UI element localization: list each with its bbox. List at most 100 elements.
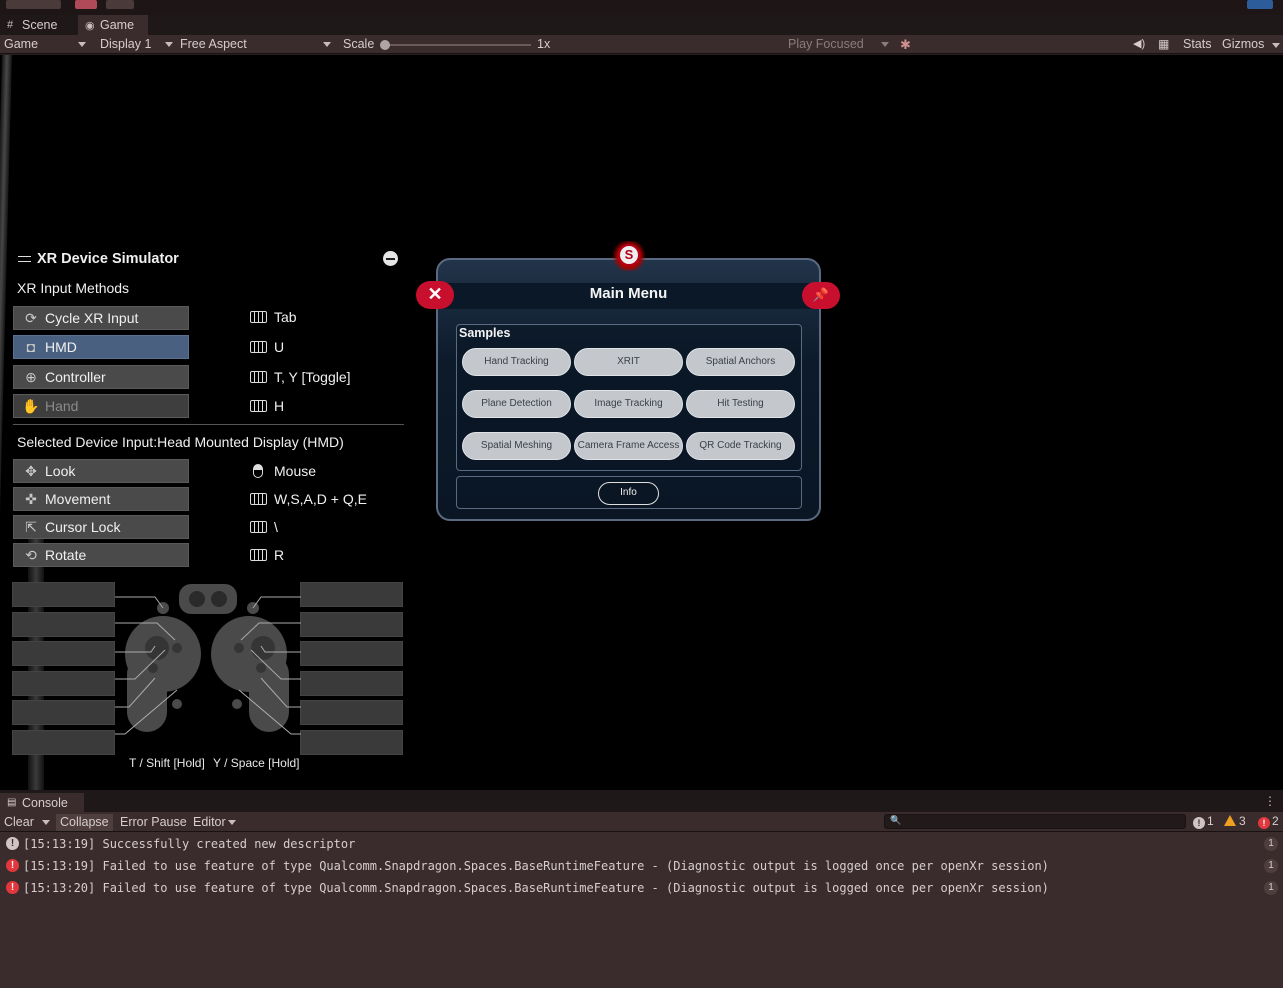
log-row[interactable]: ! [15:13:19] Failed to use feature of ty… — [0, 855, 1283, 877]
divider — [13, 424, 404, 425]
cursor-lock-label: Cursor Lock — [45, 519, 121, 535]
right-input-slot — [300, 730, 403, 755]
keyboard-icon — [250, 493, 267, 505]
editor-dropdown[interactable]: Editor — [189, 814, 239, 831]
xrit-button[interactable]: XRIT — [574, 348, 683, 376]
error-icon: ! — [1258, 817, 1270, 829]
tab-scene[interactable]: # Scene — [0, 15, 76, 35]
audio-icon[interactable]: ◀) — [1133, 37, 1145, 50]
selected-device-label: Selected Device Input:Head Mounted Displ… — [17, 434, 344, 450]
console-search-input[interactable]: 🔍 — [884, 814, 1186, 829]
look-label: Look — [45, 463, 76, 479]
scale-slider-handle[interactable] — [380, 40, 390, 50]
image-tracking-button[interactable]: Image Tracking — [574, 390, 683, 418]
collab-button[interactable] — [75, 0, 97, 9]
camera-frame-access-button[interactable]: Camera Frame Access — [574, 432, 683, 460]
collapse-toggle[interactable]: Collapse — [56, 814, 113, 831]
keyboard-icon — [250, 400, 267, 412]
error-pause-toggle[interactable]: Error Pause — [116, 814, 191, 831]
look-icon: ✥ — [25, 463, 37, 479]
look-button[interactable]: ✥ Look — [13, 459, 189, 483]
aspect-dropdown-label: Free Aspect — [180, 37, 247, 51]
drag-handle-icon[interactable] — [18, 256, 31, 263]
scene-beam — [0, 55, 12, 790]
hmd-key-hint: U — [250, 339, 284, 355]
input-methods-label: XR Input Methods — [17, 280, 130, 296]
tab-console[interactable]: ▤ Console — [0, 793, 84, 812]
rotate-button[interactable]: ⟲ Rotate — [13, 543, 189, 567]
info-icon: ! — [6, 837, 19, 850]
snapdragon-logo-icon: S — [618, 244, 640, 266]
bug-icon[interactable]: ✱ — [900, 37, 914, 53]
controller-icon: ⊕ — [25, 369, 37, 385]
plane-detection-button[interactable]: Plane Detection — [462, 390, 571, 418]
cycle-xr-input-button[interactable]: ⟳ Cycle XR Input — [13, 306, 189, 330]
controller-key-hint: T, Y [Toggle] — [250, 369, 351, 385]
gizmos-button[interactable]: Gizmos — [1222, 37, 1264, 51]
game-view-dropdown[interactable]: Game — [4, 37, 88, 51]
info-count-toggle[interactable]: ! 1 — [1193, 814, 1214, 829]
movement-button[interactable]: ✜ Movement — [13, 487, 189, 511]
keyboard-icon — [250, 341, 267, 353]
left-input-slot — [12, 671, 115, 696]
chevron-down-icon — [165, 42, 173, 47]
cursor-lock-button[interactable]: ⇱ Cursor Lock — [13, 515, 189, 539]
minimize-button[interactable] — [383, 251, 398, 266]
aspect-dropdown[interactable]: Free Aspect — [180, 37, 332, 51]
hmd-key-label: U — [274, 339, 285, 355]
tab-game[interactable]: ◉ Game — [78, 15, 148, 35]
scale-slider-track[interactable] — [384, 44, 531, 46]
hand-button[interactable]: ✋ Hand — [13, 394, 189, 418]
cloud-button[interactable] — [106, 0, 134, 9]
close-button[interactable]: ✕ — [416, 281, 454, 309]
error-count: 2 — [1272, 814, 1279, 828]
left-input-slot — [12, 582, 115, 607]
hand-label: Hand — [45, 398, 79, 414]
chevron-down-icon — [228, 820, 236, 825]
hmd-label: HMD — [45, 339, 77, 355]
pin-button[interactable]: 📌 — [802, 282, 840, 309]
game-view[interactable]: XR Device Simulator XR Input Methods ⟳ C… — [0, 55, 1283, 790]
hit-testing-button[interactable]: Hit Testing — [686, 390, 795, 418]
log-row[interactable]: ! [15:13:19] Successfully created new de… — [0, 833, 1283, 855]
simulator-title[interactable]: XR Device Simulator — [18, 251, 179, 267]
log-text: [15:13:20] Failed to use feature of type… — [23, 881, 1049, 895]
info-button[interactable]: Info — [598, 482, 659, 505]
right-input-slot — [300, 582, 403, 607]
cursor-lock-key-label: \ — [274, 519, 278, 535]
warning-count-toggle[interactable]: 3 — [1224, 814, 1246, 828]
clear-button[interactable]: Clear — [0, 814, 54, 831]
stats-button[interactable]: Stats — [1183, 37, 1212, 51]
account-button[interactable] — [6, 0, 61, 9]
more-options-icon[interactable]: ⋮ — [1264, 794, 1276, 808]
log-row[interactable]: ! [15:13:20] Failed to use feature of ty… — [0, 877, 1283, 899]
rotate-icon: ⟲ — [25, 547, 37, 563]
game-toolbar: Game Display 1 Free Aspect Scale 1x Play… — [0, 35, 1283, 54]
error-count-toggle[interactable]: ! 2 — [1258, 814, 1279, 829]
spatial-meshing-button[interactable]: Spatial Meshing — [462, 432, 571, 460]
qr-code-tracking-button[interactable]: QR Code Tracking — [686, 432, 795, 460]
chevron-down-icon — [78, 42, 86, 47]
stats-grid-icon[interactable]: ▦ — [1158, 37, 1169, 51]
scale-label: Scale — [343, 37, 375, 51]
left-input-slot — [12, 730, 115, 755]
controller-button[interactable]: ⊕ Controller — [13, 365, 189, 389]
hand-tracking-button[interactable]: Hand Tracking — [462, 348, 571, 376]
display-dropdown[interactable]: Display 1 — [100, 37, 174, 51]
menu-title: Main Menu — [589, 285, 668, 302]
cycle-key-label: Tab — [274, 309, 297, 325]
clear-label: Clear — [4, 815, 34, 829]
chevron-down-icon — [323, 42, 331, 47]
play-mode-dropdown[interactable]: Play Focused — [788, 37, 890, 51]
chevron-down-icon[interactable] — [42, 820, 50, 825]
log-count: 1 — [1264, 837, 1278, 851]
chevron-down-icon[interactable] — [1272, 43, 1280, 48]
spatial-anchors-button[interactable]: Spatial Anchors — [686, 348, 795, 376]
hmd-button[interactable]: ◘ HMD — [13, 335, 189, 359]
rotate-label: Rotate — [45, 547, 87, 563]
pin-icon: 📌 — [812, 287, 830, 302]
grid-icon: # — [7, 19, 14, 31]
play-button[interactable] — [1247, 0, 1273, 9]
cursor-lock-key-hint: \ — [250, 519, 278, 535]
left-controller-caption: T / Shift [Hold] — [129, 756, 205, 770]
